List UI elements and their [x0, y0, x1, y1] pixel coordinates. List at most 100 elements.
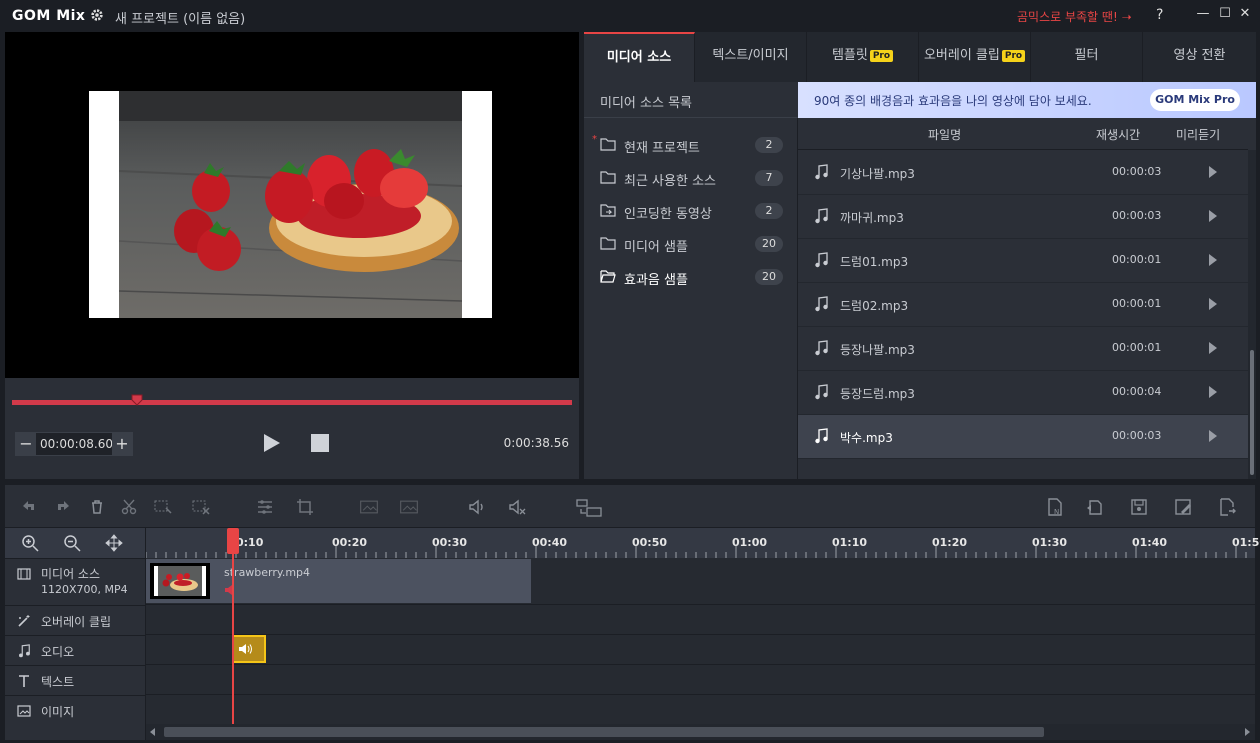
scrollbar-thumb[interactable]: [1250, 350, 1254, 475]
preview-play-icon[interactable]: [1208, 385, 1218, 399]
tab-overlay-clip[interactable]: 오버레이 클립 Pro: [919, 32, 1031, 82]
redo-icon[interactable]: [53, 497, 73, 517]
current-time[interactable]: 00:00:08.60: [40, 437, 113, 451]
time-minus-button[interactable]: −: [16, 433, 36, 455]
list-item[interactable]: 까마귀.mp3 00:00:03: [798, 195, 1248, 239]
close-button[interactable]: ✕: [1238, 7, 1252, 21]
time-stepper[interactable]: − 00:00:08.60 +: [15, 432, 133, 456]
stop-button[interactable]: [311, 434, 329, 452]
save-icon[interactable]: [1129, 497, 1149, 517]
adjust-sliders-icon[interactable]: [255, 497, 275, 517]
ruler-ticks: [146, 546, 1247, 558]
seek-bar[interactable]: [12, 400, 572, 405]
image-frame-icon[interactable]: [359, 497, 379, 517]
playhead[interactable]: [232, 532, 234, 725]
scrollbar-thumb[interactable]: [164, 727, 1044, 737]
preview-play-icon[interactable]: [1208, 209, 1218, 223]
folder-export-icon: [600, 204, 616, 217]
column-filename[interactable]: 파일명: [928, 126, 961, 143]
help-button[interactable]: ?: [1156, 7, 1163, 23]
list-item[interactable]: 기상나팔.mp3 00:00:03: [798, 151, 1248, 195]
crop-icon[interactable]: [295, 497, 315, 517]
list-scrollbar[interactable]: [1248, 150, 1256, 479]
promo-link[interactable]: 곰믹스로 부족할 땐! ➝: [1017, 8, 1132, 25]
zoom-in-icon[interactable]: [21, 534, 39, 552]
media-source-header: 미디어 소스 목록: [584, 82, 798, 118]
track-media-source[interactable]: 미디어 소스 1120X700, MP4: [5, 558, 145, 605]
track-overlay[interactable]: 오버레이 클립: [5, 605, 145, 635]
tab-filter[interactable]: 필터: [1031, 32, 1143, 82]
banner-text: 90여 종의 배경음과 효과음을 나의 영상에 담아 보세요.: [814, 94, 1092, 108]
timeline-scrollbar[interactable]: [146, 724, 1255, 740]
track-audio[interactable]: 오디오: [5, 635, 145, 665]
list-item-selected[interactable]: 박수.mp3 00:00:03: [798, 415, 1248, 459]
preview-play-icon[interactable]: [1208, 253, 1218, 267]
tab-text-image[interactable]: 텍스트/이미지: [695, 32, 807, 82]
preview-play-icon[interactable]: [1208, 297, 1218, 311]
ruler-label: 00:40: [532, 536, 568, 549]
minimize-button[interactable]: —: [1196, 7, 1210, 21]
app-logo: GOM Mix: [12, 8, 86, 24]
fit-timeline-icon[interactable]: [105, 534, 123, 552]
scroll-right-icon[interactable]: [1243, 728, 1251, 736]
file-list-header: 파일명 재생시간 미리듣기: [798, 118, 1248, 150]
list-item[interactable]: 등장나팔.mp3 00:00:01: [798, 327, 1248, 371]
timeline-ruler[interactable]: 0:10 00:20 00:30 00:40 00:50 01:00 01:10…: [146, 528, 1260, 558]
preview-play-icon[interactable]: [1208, 429, 1218, 443]
preview-frame: [89, 91, 492, 318]
tab-media-source[interactable]: 미디어 소스: [584, 32, 695, 82]
tab-transition[interactable]: 영상 전환: [1143, 32, 1256, 82]
list-item[interactable]: 드럼01.mp3 00:00:01: [798, 239, 1248, 283]
promo-banner[interactable]: 90여 종의 배경음과 효과음을 나의 영상에 담아 보세요. GOM Mix …: [798, 82, 1256, 118]
list-item[interactable]: 등장드럼.mp3 00:00:04: [798, 371, 1248, 415]
track-text[interactable]: 텍스트: [5, 665, 145, 695]
gear-icon[interactable]: [90, 8, 104, 22]
track-divider: [146, 694, 1255, 695]
folder-count: 20: [755, 236, 783, 252]
tab-template[interactable]: 템플릿 Pro: [807, 32, 919, 82]
total-time: 0:00:38.56: [503, 436, 569, 450]
svg-text:N: N: [1054, 508, 1059, 516]
volume-icon[interactable]: [467, 497, 487, 517]
seek-handle[interactable]: [131, 394, 143, 406]
zoom-out-icon[interactable]: [63, 534, 81, 552]
open-project-icon[interactable]: [1085, 497, 1105, 517]
save-as-icon[interactable]: [1173, 497, 1193, 517]
trash-icon[interactable]: [87, 497, 107, 517]
insert-clip-icon[interactable]: [575, 497, 603, 517]
ruler-label: 00:20: [332, 536, 368, 549]
select-range-icon[interactable]: [153, 497, 173, 517]
scissors-icon[interactable]: [119, 497, 139, 517]
music-note-icon: [815, 340, 828, 356]
timeline-tracks[interactable]: strawberry.mp4: [146, 558, 1255, 724]
folder-media-samples[interactable]: 미디어 샘플 20: [584, 227, 798, 260]
scroll-left-icon[interactable]: [149, 728, 157, 736]
ruler-label: 00:50: [632, 536, 668, 549]
column-preview[interactable]: 미리듣기: [1176, 126, 1220, 143]
folder-recent[interactable]: 최근 사용한 소스 7: [584, 161, 798, 194]
video-clip[interactable]: strawberry.mp4: [146, 559, 531, 603]
maximize-button[interactable]: ☐: [1218, 7, 1232, 21]
audio-cut-icon[interactable]: [507, 497, 527, 517]
play-icon[interactable]: [263, 433, 281, 453]
audio-clip[interactable]: [232, 635, 266, 663]
folder-list: * 현재 프로젝트 2 최근 사용한 소스 7 인코딩한 동영상 2 미디어 샘…: [584, 118, 798, 479]
folder-encoded[interactable]: 인코딩한 동영상 2: [584, 194, 798, 227]
folder-icon: [600, 171, 616, 184]
preview-image: [119, 91, 462, 318]
gom-mix-pro-button[interactable]: GOM Mix Pro: [1150, 89, 1240, 111]
preview-play-icon[interactable]: [1208, 165, 1218, 179]
preview-play-icon[interactable]: [1208, 341, 1218, 355]
new-project-icon[interactable]: N: [1045, 497, 1065, 517]
image-icon[interactable]: [399, 497, 419, 517]
column-duration[interactable]: 재생시간: [1096, 126, 1140, 143]
remove-clip-icon[interactable]: [191, 497, 211, 517]
list-item[interactable]: 드럼02.mp3 00:00:01: [798, 283, 1248, 327]
track-image[interactable]: 이미지: [5, 695, 145, 725]
undo-icon[interactable]: [19, 497, 39, 517]
folder-current-project[interactable]: * 현재 프로젝트 2: [584, 128, 798, 161]
folder-sound-effects[interactable]: 효과음 샘플 20: [584, 260, 798, 293]
time-plus-button[interactable]: +: [112, 433, 132, 455]
export-icon[interactable]: [1217, 497, 1237, 517]
timeline-toolbar: N: [5, 485, 1255, 528]
